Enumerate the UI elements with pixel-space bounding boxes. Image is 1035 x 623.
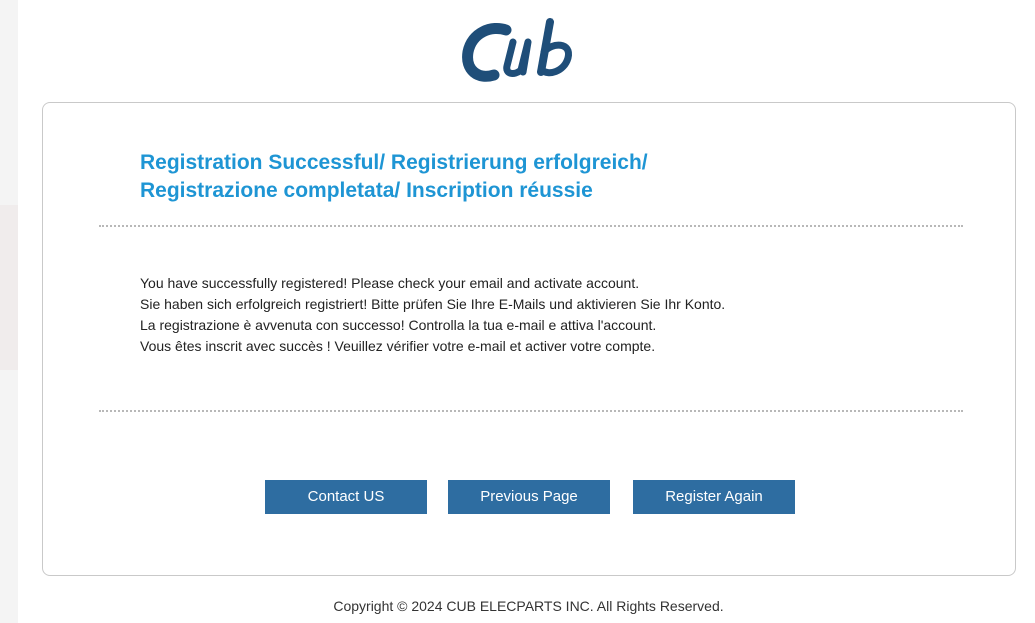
message-line-italian: La registrazione è avvenuta con successo…	[140, 317, 657, 333]
footer-copyright: Copyright © 2024 CUB ELECPARTS INC. All …	[333, 598, 724, 614]
message-line-french: Vous êtes inscrit avec succès ! Veuillez…	[140, 338, 656, 354]
contact-us-button[interactable]: Contact US	[265, 480, 427, 514]
title-line-2: Registrazione completata/ Inscription ré…	[140, 179, 593, 202]
title-line-1: Registration Successful/ Registrierung e…	[140, 151, 648, 174]
page-title: Registration Successful/ Registrierung e…	[140, 149, 648, 205]
registration-card: Registration Successful/ Registrierung e…	[42, 102, 1016, 576]
left-edge-strip	[0, 205, 18, 370]
message-line-german: Sie haben sich erfolgreich registriert! …	[140, 296, 726, 312]
message-line-english: You have successfully registered! Please…	[140, 275, 640, 291]
previous-page-button[interactable]: Previous Page	[448, 480, 610, 514]
success-message: You have successfully registered! Please…	[140, 273, 725, 357]
bottom-divider	[99, 410, 963, 412]
top-divider	[99, 225, 963, 227]
cub-logo	[462, 18, 572, 82]
register-again-button[interactable]: Register Again	[633, 480, 795, 514]
